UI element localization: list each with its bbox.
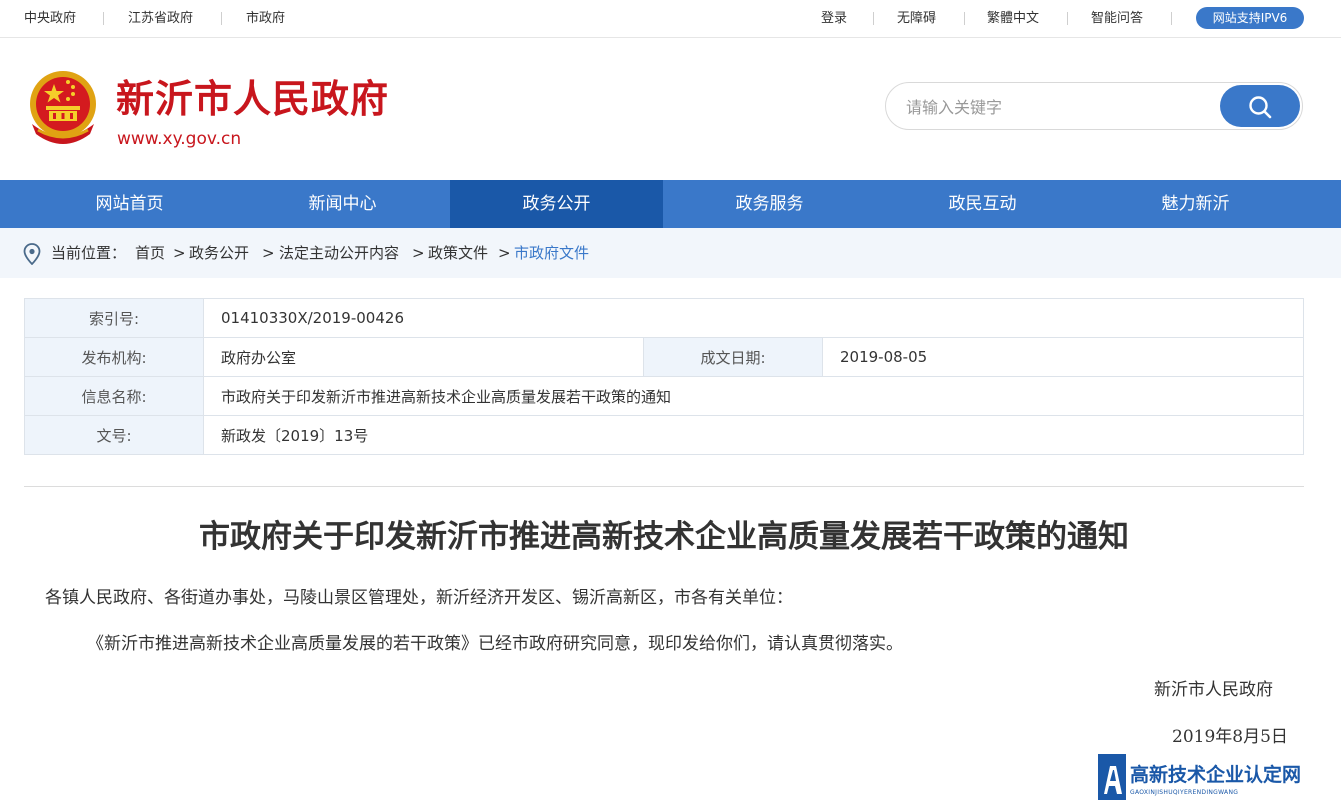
breadcrumb-policy-docs[interactable]: 政策文件 (428, 244, 488, 262)
ipv6-badge[interactable]: 网站支持IPV6 (1196, 7, 1304, 29)
org-value: 政府办公室 (203, 337, 644, 377)
smart-qa-link[interactable]: 智能问答 (1091, 11, 1143, 27)
table-row: 文号: 新政发〔2019〕13号 (24, 415, 1304, 455)
login-link[interactable]: 登录 (821, 11, 847, 27)
nav-gov-affairs[interactable]: 政务公开 (450, 180, 663, 228)
document-signature: 新沂市人民政府 (1154, 680, 1273, 700)
divider (24, 486, 1304, 487)
date-value: 2019-08-05 (822, 337, 1304, 377)
nav-gov-services[interactable]: 政务服务 (663, 180, 876, 228)
traditional-chinese-link[interactable]: 繁體中文 (987, 11, 1039, 27)
org-label: 发布机构: (24, 337, 204, 377)
name-value: 市政府关于印发新沂市推进高新技术企业高质量发展若干政策的通知 (203, 376, 1304, 416)
search-button[interactable] (1220, 85, 1300, 127)
document-info-table: 索引号: 01410330X/2019-00426 发布机构: 政府办公室 成文… (24, 298, 1304, 455)
document-date: 2019年8月5日 (1172, 727, 1288, 747)
breadcrumb: 当前位置： 首页 > 政务公开 > 法定主动公开内容 > 政策文件 > 市政府文… (0, 228, 1341, 278)
table-row: 发布机构: 政府办公室 成文日期: 2019-08-05 (24, 337, 1304, 377)
top-links-bar: 中央政府 江苏省政府 市政府 登录 无障碍 繁體中文 智能问答 网站支持IPV6 (0, 0, 1341, 38)
search-box (885, 82, 1303, 130)
docno-value: 新政发〔2019〕13号 (203, 415, 1304, 455)
breadcrumb-city-docs[interactable]: 市政府文件 (514, 244, 589, 262)
breadcrumb-legal-disclosure[interactable]: 法定主动公开内容 (279, 244, 399, 262)
index-value: 01410330X/2019-00426 (203, 298, 1304, 338)
main-nav: 网站首页 新闻中心 政务公开 政务服务 政民互动 魅力新沂 (0, 180, 1341, 228)
table-row: 信息名称: 市政府关于印发新沂市推进高新技术企业高质量发展若干政策的通知 (24, 376, 1304, 416)
index-label: 索引号: (24, 298, 204, 338)
divider (103, 12, 104, 25)
nav-interaction[interactable]: 政民互动 (876, 180, 1089, 228)
search-icon (1249, 96, 1272, 119)
breadcrumb-separator: > (262, 244, 275, 262)
accessibility-link[interactable]: 无障碍 (897, 11, 936, 27)
nav-news[interactable]: 新闻中心 (236, 180, 449, 228)
table-row: 索引号: 01410330X/2019-00426 (24, 298, 1304, 338)
divider (964, 12, 965, 25)
breadcrumb-prefix: 当前位置： (51, 244, 127, 262)
breadcrumb-gov-affairs[interactable]: 政务公开 (189, 244, 249, 262)
location-pin-icon (23, 243, 41, 265)
divider (221, 12, 222, 25)
divider (1171, 12, 1172, 25)
link-central-gov[interactable]: 中央政府 (24, 11, 76, 27)
national-emblem-icon (24, 68, 102, 150)
nav-home[interactable]: 网站首页 (23, 180, 236, 228)
name-label: 信息名称: (24, 376, 204, 416)
document-salutation: 各镇人民政府、各街道办事处，马陵山景区管理处，新沂经济开发区、锡沂高新区，市各有… (45, 588, 793, 608)
breadcrumb-separator: > (173, 244, 186, 262)
docno-label: 文号: (24, 415, 204, 455)
watermark-subtext: GAOXINJISHUQIYERENDINGWANG (1130, 789, 1239, 796)
document-title: 市政府关于印发新沂市推进高新技术企业高质量发展若干政策的通知 (199, 519, 1129, 555)
breadcrumb-home[interactable]: 首页 (135, 244, 165, 262)
breadcrumb-separator: > (412, 244, 425, 262)
search-input[interactable] (906, 95, 1206, 119)
document-body-paragraph: 《新沂市推进高新技术企业高质量发展的若干政策》已经市政府研究同意，现印发给你们，… (87, 634, 903, 654)
divider (873, 12, 874, 25)
nav-charm-xinyi[interactable]: 魅力新沂 (1089, 180, 1302, 228)
site-url[interactable]: www.xy.gov.cn (117, 129, 241, 149)
link-jiangsu-gov[interactable]: 江苏省政府 (128, 11, 193, 27)
watermark: 高新技术企业认定网 GAOXINJISHUQIYERENDINGWANG (1094, 752, 1341, 803)
breadcrumb-separator: > (498, 244, 511, 262)
watermark-logo-icon (1098, 754, 1126, 800)
link-city-gov[interactable]: 市政府 (246, 11, 285, 27)
watermark-text: 高新技术企业认定网 (1130, 764, 1302, 786)
date-label: 成文日期: (643, 337, 823, 377)
divider (1067, 12, 1068, 25)
site-title[interactable]: 新沂市人民政府 (116, 76, 389, 122)
